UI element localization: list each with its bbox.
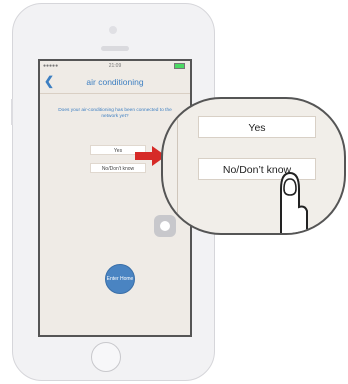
status-bar: ●●●●● 21:09 [40, 61, 190, 71]
status-time: 21:09 [108, 63, 122, 69]
magnified-view: Yes No/Don’t know [161, 97, 346, 235]
finger-tap-icon [280, 171, 308, 233]
page-title: air conditioning [86, 77, 144, 87]
question-text: Does your air-conditioning has been conn… [58, 108, 172, 120]
zoom-yes-button[interactable]: Yes [198, 116, 316, 138]
nav-bar: ❮ air conditioning [40, 71, 190, 94]
assistive-touch-button[interactable] [154, 215, 176, 237]
speaker [101, 46, 129, 51]
volume-button [11, 99, 13, 125]
camera [109, 26, 117, 34]
battery-icon [174, 63, 185, 69]
enter-home-button[interactable]: Enter Home [105, 264, 135, 294]
home-button[interactable] [91, 342, 121, 372]
